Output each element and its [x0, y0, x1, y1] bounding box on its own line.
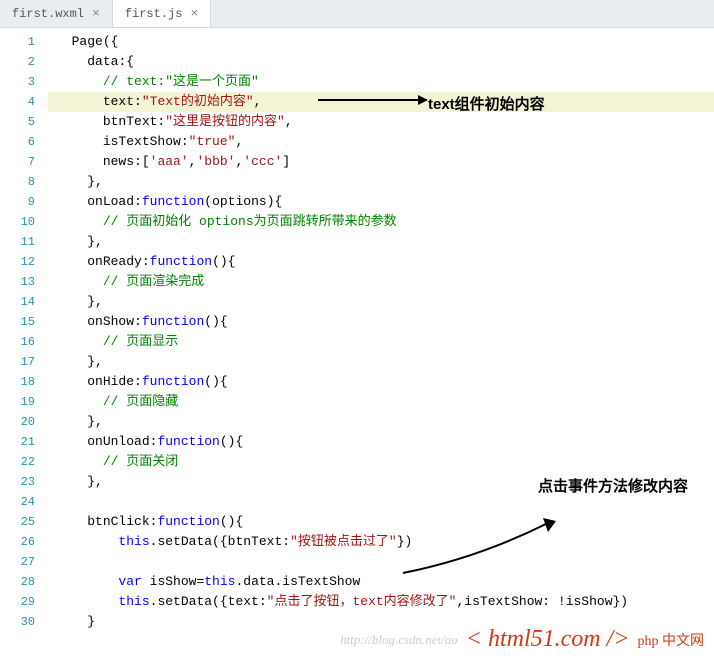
code-line[interactable]: this.setData({btnText:"按钮被点击过了"})	[48, 532, 714, 552]
line-number: 29	[0, 592, 35, 612]
watermark: http://blog.csdn.net/ao < html51.com /> …	[340, 626, 704, 653]
line-number: 25	[0, 512, 35, 532]
line-number-gutter: 1234567891011121314151617181920212223242…	[0, 28, 48, 659]
line-number: 22	[0, 452, 35, 472]
close-icon[interactable]: ×	[190, 6, 198, 21]
line-number: 15	[0, 312, 35, 332]
line-number: 11	[0, 232, 35, 252]
code-line[interactable]: onReady:function(){	[48, 252, 714, 272]
code-line[interactable]: },	[48, 232, 714, 252]
code-line[interactable]: news:['aaa','bbb','ccc']	[48, 152, 714, 172]
line-number: 2	[0, 52, 35, 72]
code-line[interactable]: onShow:function(){	[48, 312, 714, 332]
line-number: 26	[0, 532, 35, 552]
line-number: 23	[0, 472, 35, 492]
code-line[interactable]: // 页面渲染完成	[48, 272, 714, 292]
line-number: 1	[0, 32, 35, 52]
code-line[interactable]	[48, 552, 714, 572]
code-line[interactable]: onUnload:function(){	[48, 432, 714, 452]
code-area[interactable]: text组件初始内容 点击事件方法修改内容 Page({ data:{ // t…	[48, 28, 714, 659]
tab-label: first.wxml	[12, 7, 84, 21]
line-number: 14	[0, 292, 35, 312]
tab-first-wxml[interactable]: first.wxml ×	[0, 0, 113, 27]
line-number: 17	[0, 352, 35, 372]
line-number: 19	[0, 392, 35, 412]
line-number: 18	[0, 372, 35, 392]
line-number: 5	[0, 112, 35, 132]
code-line[interactable]: },	[48, 172, 714, 192]
tab-label: first.js	[125, 7, 183, 21]
line-number: 28	[0, 572, 35, 592]
annotation-click-event: 点击事件方法修改内容	[538, 473, 714, 500]
line-number: 4	[0, 92, 35, 112]
annotation-text-initial: text组件初始内容	[428, 93, 545, 114]
code-line[interactable]: onHide:function(){	[48, 372, 714, 392]
code-line[interactable]: btnClick:function(){	[48, 512, 714, 532]
line-number: 21	[0, 432, 35, 452]
code-line[interactable]: },	[48, 352, 714, 372]
code-line[interactable]: },	[48, 292, 714, 312]
line-number: 8	[0, 172, 35, 192]
code-line[interactable]: this.setData({text:"点击了按钮，text内容修改了",isT…	[48, 592, 714, 612]
line-number: 24	[0, 492, 35, 512]
watermark-cn: php 中文网	[638, 630, 705, 650]
close-icon[interactable]: ×	[92, 6, 100, 21]
code-line[interactable]: // text:"这是一个页面"	[48, 72, 714, 92]
tab-bar: first.wxml × first.js ×	[0, 0, 714, 28]
line-number: 13	[0, 272, 35, 292]
line-number: 20	[0, 412, 35, 432]
line-number: 27	[0, 552, 35, 572]
line-number: 7	[0, 152, 35, 172]
code-line[interactable]: // 页面隐藏	[48, 392, 714, 412]
line-number: 16	[0, 332, 35, 352]
code-line[interactable]: var isShow=this.data.isTextShow	[48, 572, 714, 592]
code-line[interactable]: text:"Text的初始内容",	[48, 92, 714, 112]
line-number: 12	[0, 252, 35, 272]
code-line[interactable]: isTextShow:"true",	[48, 132, 714, 152]
line-number: 9	[0, 192, 35, 212]
code-line[interactable]: btnText:"这里是按钮的内容",	[48, 112, 714, 132]
code-line[interactable]: onLoad:function(options){	[48, 192, 714, 212]
code-line[interactable]: data:{	[48, 52, 714, 72]
watermark-brand: < html51.com />	[466, 626, 630, 653]
watermark-url: http://blog.csdn.net/ao	[340, 632, 458, 648]
line-number: 6	[0, 132, 35, 152]
line-number: 3	[0, 72, 35, 92]
line-number: 30	[0, 612, 35, 632]
code-editor[interactable]: 1234567891011121314151617181920212223242…	[0, 28, 714, 659]
code-line[interactable]: Page({	[48, 32, 714, 52]
tab-first-js[interactable]: first.js ×	[113, 0, 211, 27]
line-number: 10	[0, 212, 35, 232]
code-line[interactable]: },	[48, 412, 714, 432]
code-line[interactable]: // 页面关闭	[48, 452, 714, 472]
code-line[interactable]: // 页面显示	[48, 332, 714, 352]
code-line[interactable]: // 页面初始化 options为页面跳转所带来的参数	[48, 212, 714, 232]
